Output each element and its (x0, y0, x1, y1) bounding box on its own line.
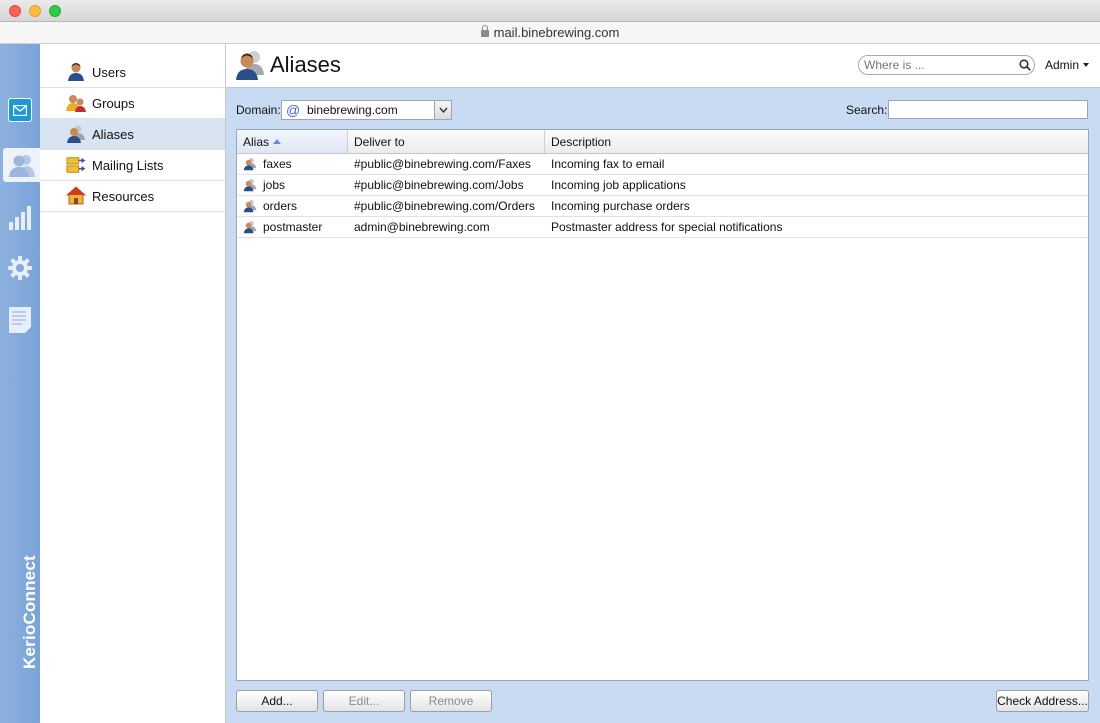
nav-item-label: Mailing Lists (92, 157, 164, 173)
accounts-icon[interactable] (3, 148, 40, 182)
alias-name: orders (263, 199, 298, 213)
user-menu[interactable]: Admin (1045, 58, 1090, 72)
page-title: Aliases (270, 52, 341, 77)
mailing-list-icon (66, 155, 86, 175)
table-body: faxes #public@binebrewing.com/Faxes Incomi… (237, 154, 1088, 238)
cell-alias: faxes (237, 154, 348, 174)
nav-item-mailing-lists[interactable]: Mailing Lists (40, 150, 225, 181)
domain-select[interactable]: @ binebrewing.com (281, 100, 452, 120)
nav-item-label: Aliases (92, 126, 134, 142)
window-zoom-button[interactable] (49, 5, 61, 17)
alias-name: faxes (263, 157, 292, 171)
alias-icon (66, 124, 86, 144)
cell-description: Incoming job applications (551, 178, 686, 192)
nav-item-label: Users (92, 64, 126, 80)
user-menu-label: Admin (1045, 58, 1080, 72)
address-bar[interactable]: mail.binebrewing.com (0, 22, 1100, 44)
sort-ascending-icon (273, 139, 282, 144)
search-icon[interactable] (1019, 59, 1031, 71)
add-button[interactable]: Add... (236, 690, 318, 712)
nav-item-label: Resources (92, 188, 155, 204)
cell-description: Incoming fax to email (551, 157, 665, 171)
nav-item-groups[interactable]: Groups (40, 88, 225, 119)
where-is-search-input[interactable] (858, 55, 1035, 75)
group-icon (66, 93, 86, 113)
column-header-label: Description (551, 135, 612, 149)
cell-alias: postmaster (237, 217, 348, 237)
chevron-down-icon[interactable] (434, 101, 451, 119)
window-titlebar (0, 0, 1100, 22)
url-text: mail.binebrewing.com (493, 25, 620, 40)
table-row[interactable]: postmaster admin@binebrewing.com Postmaste… (237, 217, 1088, 238)
column-header-description[interactable]: Description (545, 130, 1088, 153)
alias-icon (243, 199, 257, 213)
alias-search-input[interactable] (888, 100, 1088, 119)
check-address-button[interactable]: Check Address... (996, 690, 1089, 712)
alias-icon (234, 49, 266, 81)
app-switcher-rail: KerioConnect (0, 44, 40, 723)
edit-button[interactable]: Edit... (323, 690, 405, 712)
column-header-label: Alias (243, 135, 270, 149)
mail-icon[interactable] (4, 94, 36, 126)
cell-alias: orders (237, 196, 348, 216)
column-header-deliver-to[interactable]: Deliver to (348, 130, 545, 153)
window-minimize-button[interactable] (29, 5, 41, 17)
cell-deliver-to: #public@binebrewing.com/Orders (354, 199, 535, 213)
alias-name: jobs (263, 178, 286, 192)
house-icon (66, 186, 86, 206)
at-sign-icon: @ (286, 102, 301, 118)
window-close-button[interactable] (9, 5, 21, 17)
nav-item-aliases[interactable]: Aliases (40, 119, 225, 150)
cell-deliver-to: #public@binebrewing.com/Faxes (354, 157, 531, 171)
caret-down-icon (1083, 63, 1090, 67)
cell-description: Incoming purchase orders (551, 199, 690, 213)
remove-button[interactable]: Remove (410, 690, 492, 712)
domain-label: Domain: (236, 103, 281, 117)
column-header-label: Deliver to (354, 135, 405, 149)
alias-name: postmaster (263, 220, 323, 234)
nav-item-label: Groups (92, 95, 135, 111)
page-header: Aliases Admin (226, 44, 1100, 88)
user-icon (66, 62, 86, 82)
column-header-alias[interactable]: Alias (237, 130, 348, 153)
alias-icon (243, 220, 257, 234)
aliases-table: Alias Deliver to Description faxes #publi… (236, 129, 1089, 681)
cell-description: Postmaster address for special notificat… (551, 220, 783, 234)
domain-select-value: binebrewing.com (307, 103, 398, 117)
table-header: Alias Deliver to Description (237, 130, 1088, 154)
lock-icon (480, 25, 489, 37)
cell-deliver-to: #public@binebrewing.com/Jobs (354, 178, 524, 192)
search-label: Search: (846, 103, 888, 117)
alias-icon (243, 157, 257, 171)
main-content: Aliases Admin Domain: @ binebrewing.com … (226, 44, 1100, 723)
nav-item-resources[interactable]: Resources (40, 181, 225, 212)
table-row[interactable]: jobs #public@binebrewing.com/Jobs Incoming… (237, 175, 1088, 196)
nav-item-users[interactable]: Users (40, 57, 225, 88)
nav-panel: Users Groups Aliases Mailing Lists Resou… (40, 44, 226, 723)
alias-icon (243, 178, 257, 192)
table-row[interactable]: faxes #public@binebrewing.com/Faxes Incomi… (237, 154, 1088, 175)
statistics-icon[interactable] (4, 202, 36, 234)
table-row[interactable]: orders #public@binebrewing.com/Orders Inco… (237, 196, 1088, 217)
settings-icon[interactable] (4, 252, 36, 284)
cell-deliver-to: admin@binebrewing.com (354, 220, 490, 234)
brand-logo: KerioConnect (20, 555, 39, 669)
logs-icon[interactable] (4, 304, 36, 336)
cell-alias: jobs (237, 175, 348, 195)
